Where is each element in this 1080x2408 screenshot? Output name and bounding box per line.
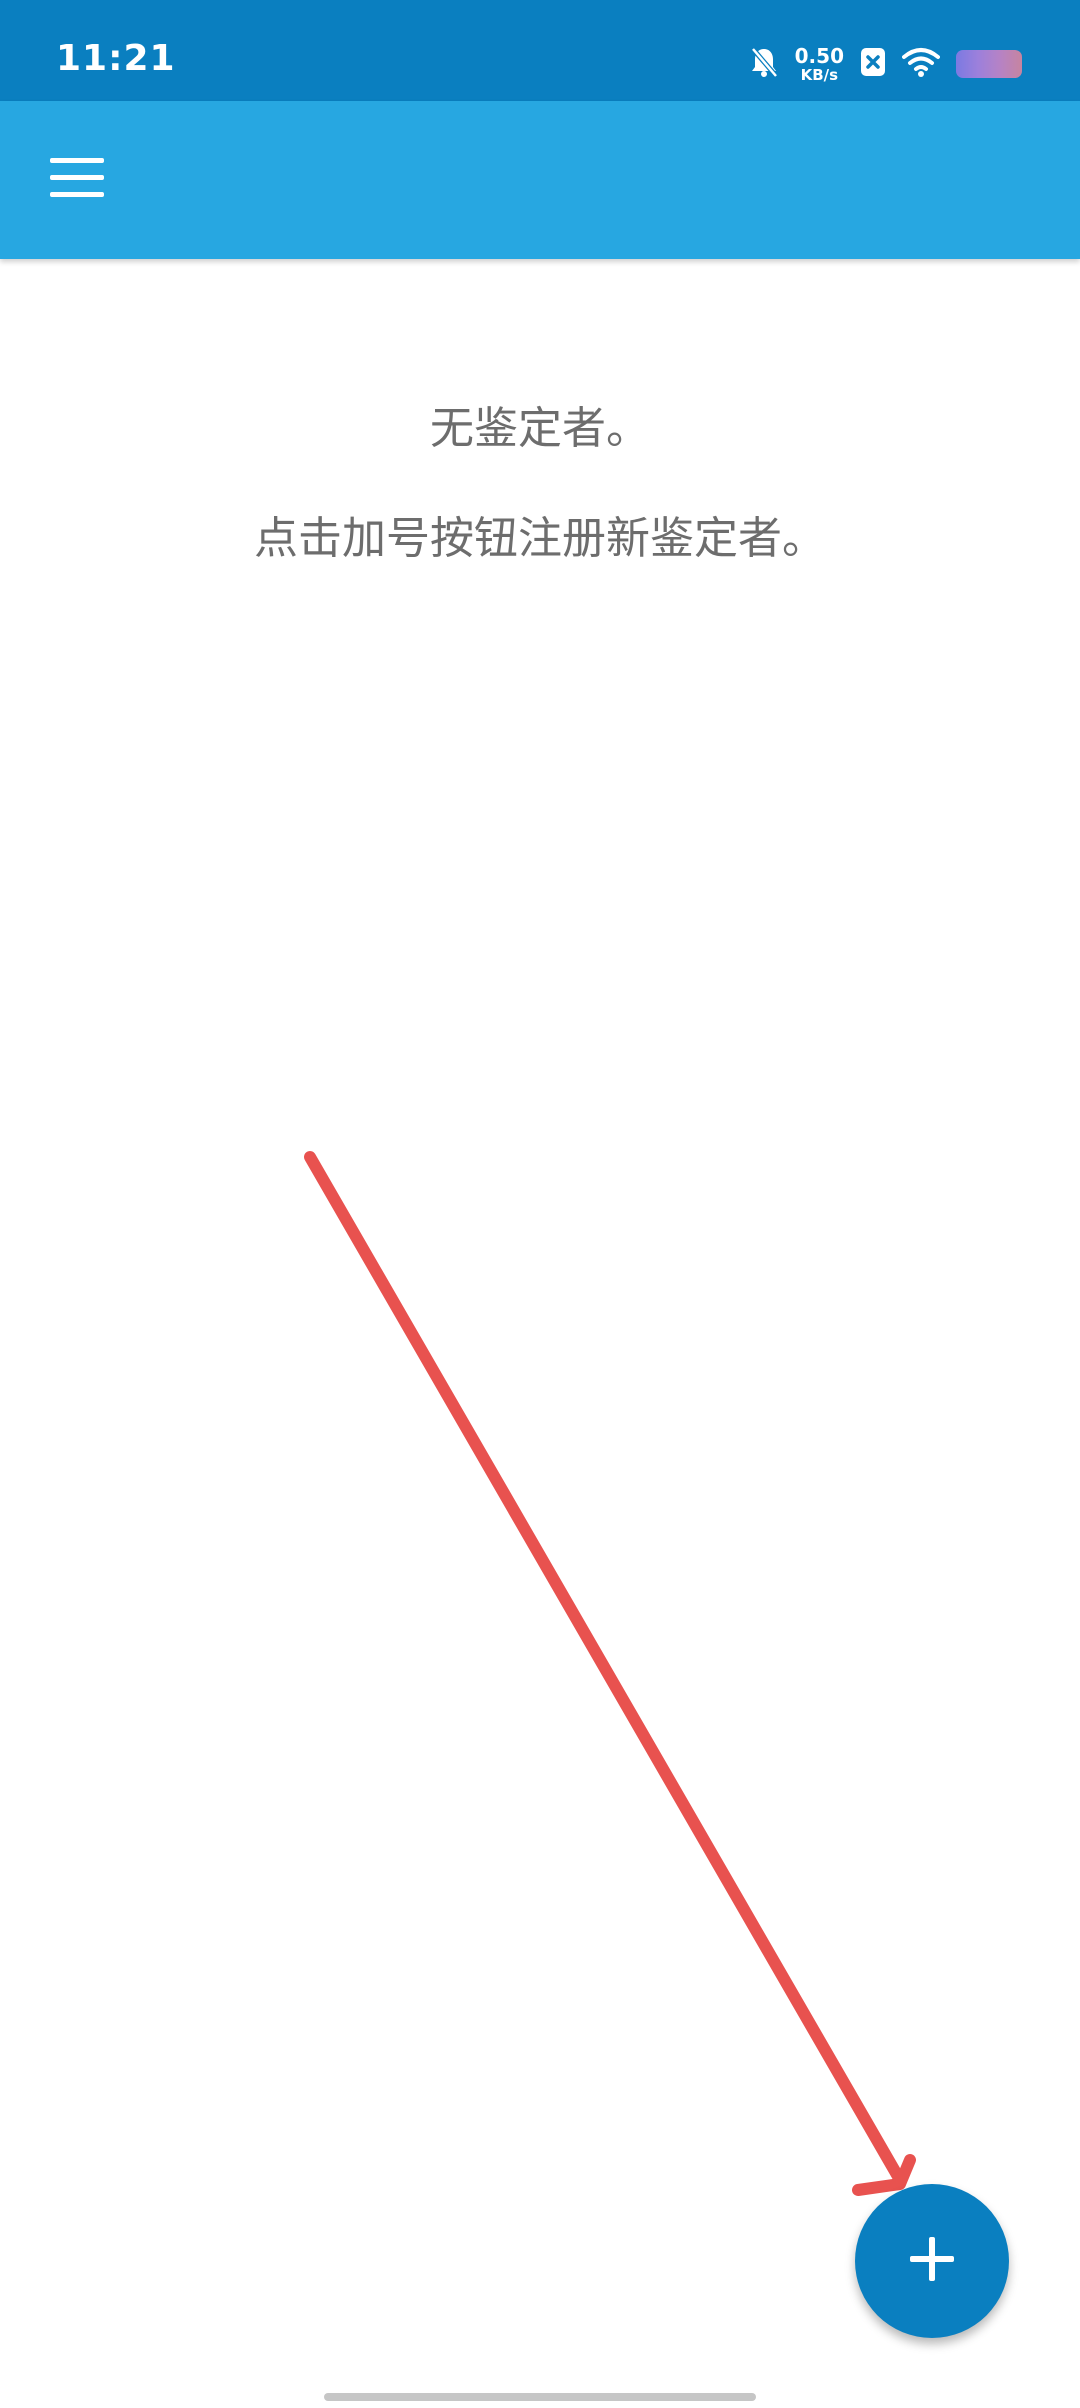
- home-indicator[interactable]: [324, 2393, 756, 2401]
- annotation-arrow: [304, 1151, 916, 2196]
- bell-muted-icon: [749, 46, 779, 82]
- menu-button[interactable]: [38, 141, 116, 219]
- empty-state-hint: 点击加号按钮注册新鉴定者。: [254, 513, 826, 564]
- network-speed: 0.50 KB/s: [795, 46, 844, 83]
- status-icons: 0.50 KB/s: [749, 38, 1022, 90]
- empty-state-title: 无鉴定者。: [430, 403, 650, 454]
- network-speed-value: 0.50: [794, 43, 844, 68]
- app-bar: [0, 101, 1080, 259]
- status-bar: 11:21 0.50 KB/s: [0, 0, 1080, 101]
- hamburger-menu-icon: [50, 158, 104, 202]
- close-box-icon: [860, 47, 886, 81]
- plus-icon: [908, 2235, 956, 2287]
- network-speed-unit: KB/s: [800, 65, 839, 84]
- add-authenticator-button[interactable]: [855, 2184, 1009, 2338]
- battery-icon: [956, 50, 1022, 78]
- wifi-icon: [902, 47, 940, 81]
- status-time: 11:21: [56, 38, 176, 79]
